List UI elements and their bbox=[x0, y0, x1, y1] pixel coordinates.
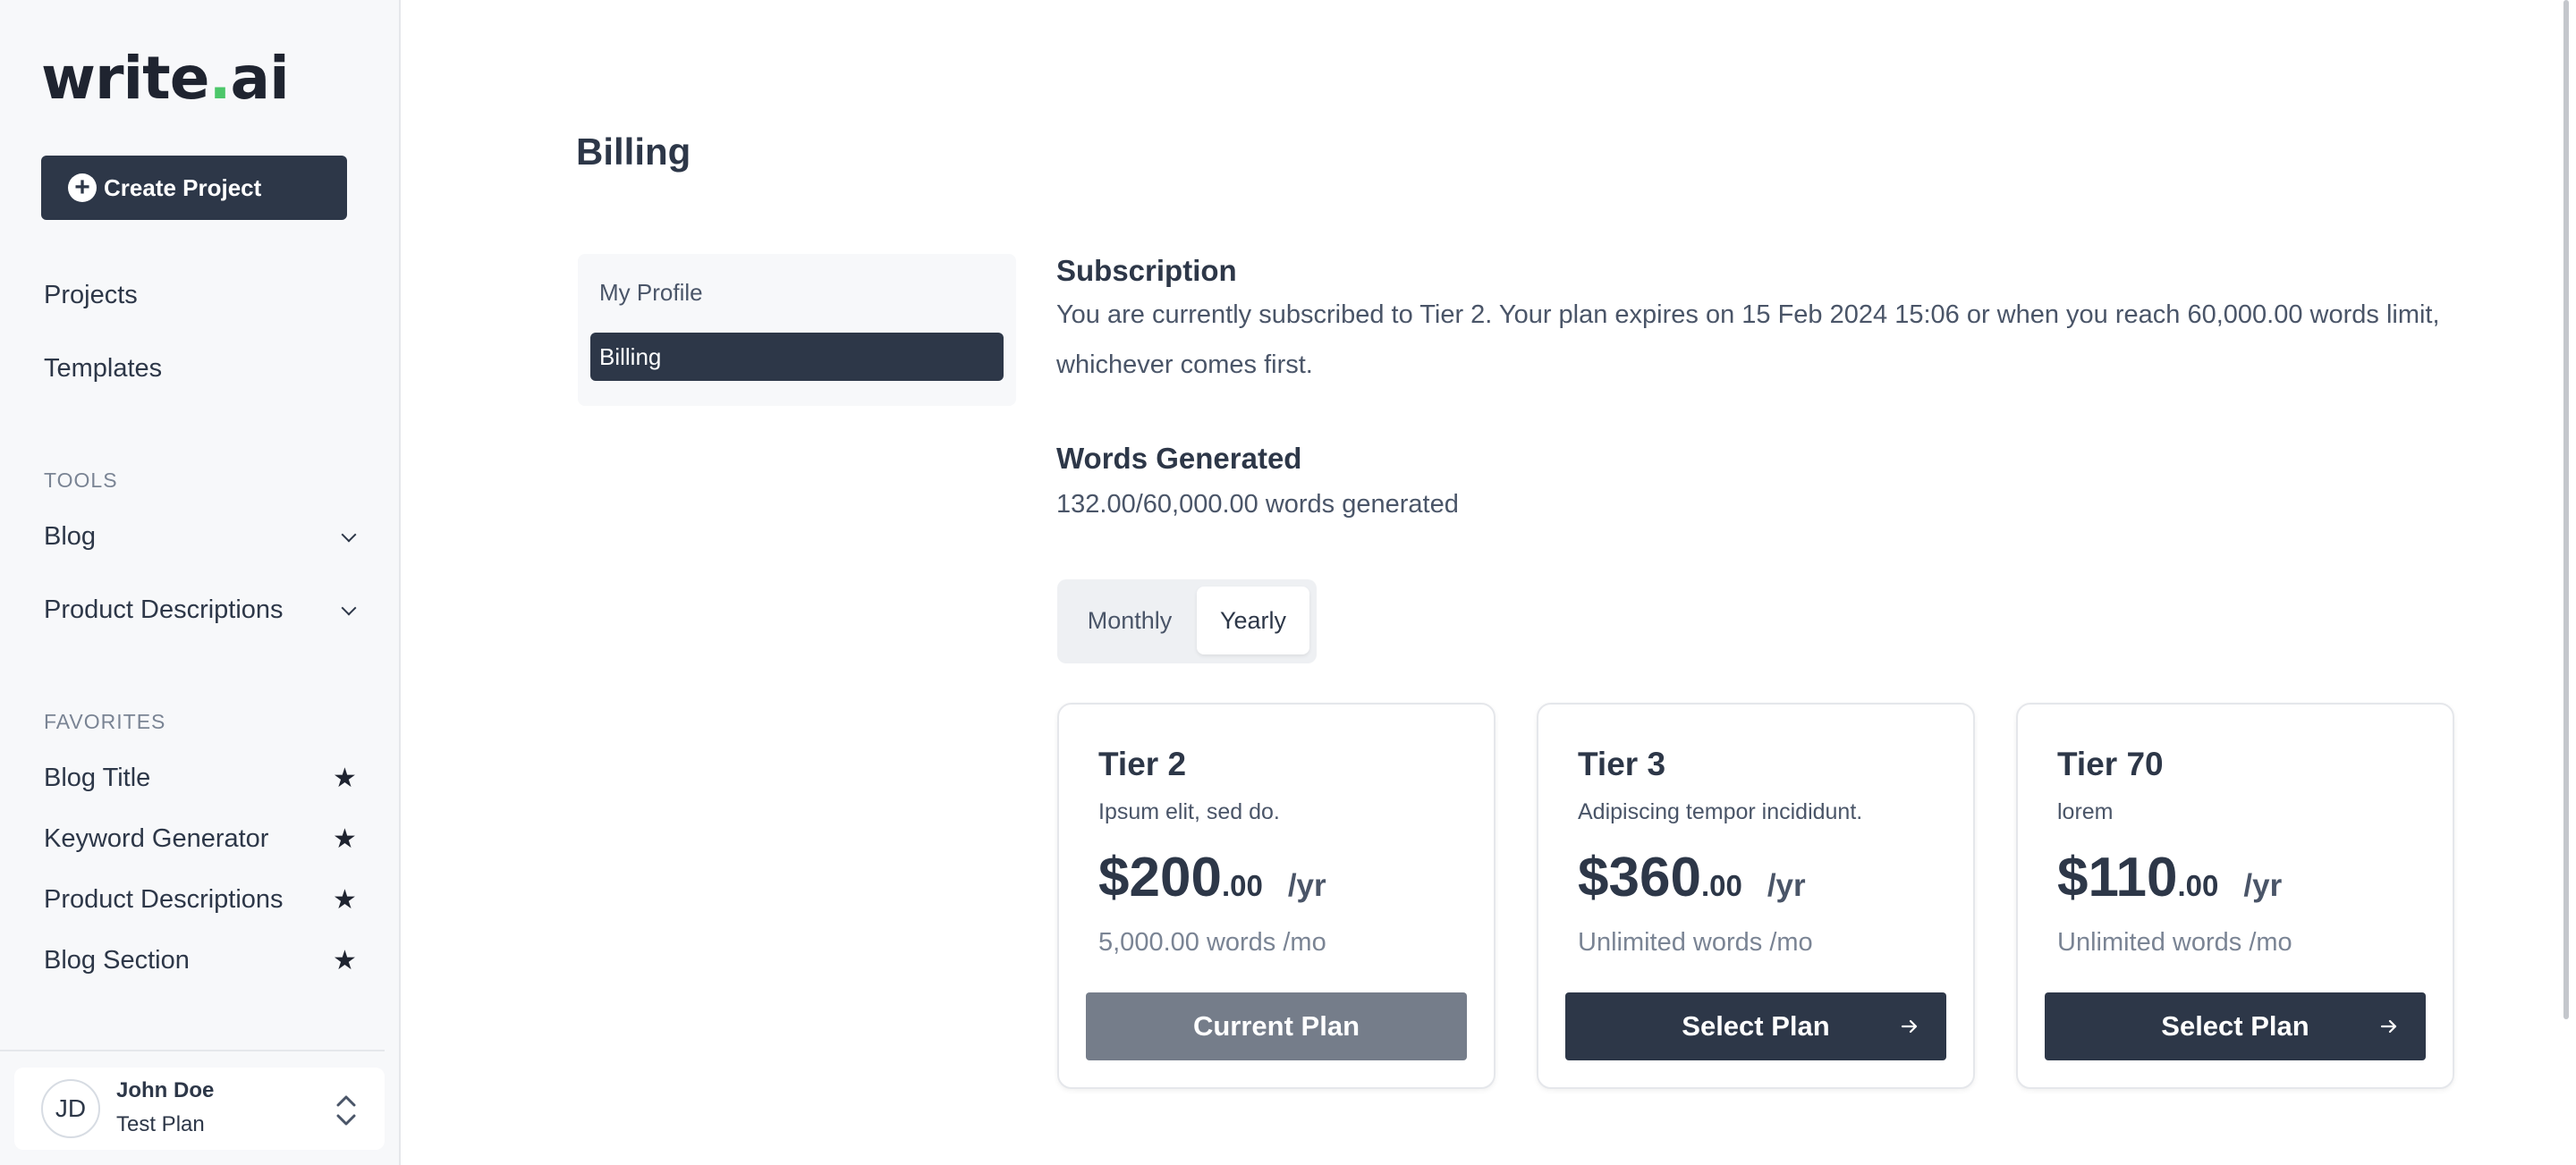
plan-card-tier-2: Tier 2 Ipsum elit, sed do. $200.00/yr 5,… bbox=[1057, 703, 1496, 1089]
sidebar-item-templates[interactable]: Templates bbox=[44, 354, 162, 384]
sidebar-divider bbox=[0, 1050, 385, 1051]
favorite-keyword-generator[interactable]: Keyword Generator bbox=[44, 824, 268, 854]
user-name: John Doe bbox=[116, 1078, 215, 1102]
create-project-button[interactable]: + Create Project bbox=[41, 156, 347, 220]
plan-tier-name: Tier 3 bbox=[1578, 746, 1666, 782]
sidebar-item-product-descriptions[interactable]: Product Descriptions bbox=[44, 595, 366, 625]
plan-price: $360.00/yr bbox=[1578, 846, 1806, 909]
current-plan-button[interactable]: Current Plan bbox=[1086, 992, 1467, 1060]
plan-price-amount: $200 bbox=[1098, 847, 1222, 908]
subnav-item-my-profile[interactable]: My Profile bbox=[590, 268, 1004, 317]
select-plan-label: Select Plan bbox=[2161, 1010, 2309, 1042]
sidebar-item-label: Blog bbox=[44, 522, 97, 551]
plan-description: Ipsum elit, sed do. bbox=[1098, 799, 1280, 824]
sidebar-item-blog[interactable]: Blog bbox=[44, 522, 366, 552]
plan-word-limit: 5,000.00 words /mo bbox=[1098, 928, 1326, 957]
plan-price-amount: $360 bbox=[1578, 847, 1701, 908]
user-menu[interactable]: JD John Doe Test Plan bbox=[14, 1068, 385, 1150]
logo-text-ai: ai bbox=[230, 44, 290, 113]
toggle-yearly[interactable]: Yearly bbox=[1197, 587, 1309, 654]
logo-dot: . bbox=[208, 44, 231, 113]
plan-word-limit: Unlimited words /mo bbox=[2057, 928, 2292, 957]
plan-card-tier-70: Tier 70 lorem $110.00/yr Unlimited words… bbox=[2016, 703, 2454, 1089]
plan-price-cents: .00 bbox=[2177, 869, 2219, 902]
subnav-item-billing[interactable]: Billing bbox=[590, 333, 1004, 381]
toggle-monthly[interactable]: Monthly bbox=[1064, 587, 1195, 654]
user-plan: Test Plan bbox=[116, 1112, 205, 1136]
words-generated-text: 132.00/60,000.00 words generated bbox=[1056, 490, 1459, 519]
plan-price-cents: .00 bbox=[1221, 869, 1263, 902]
favorite-blog-title[interactable]: Blog Title bbox=[44, 764, 150, 793]
billing-period-toggle: Monthly Yearly bbox=[1057, 579, 1317, 663]
settings-subnav: My Profile Billing bbox=[578, 254, 1016, 406]
sidebar-item-projects[interactable]: Projects bbox=[44, 281, 138, 310]
star-icon[interactable]: ★ bbox=[333, 887, 357, 914]
tools-section-label: TOOLS bbox=[44, 469, 118, 492]
plan-price-amount: $110 bbox=[2057, 847, 2178, 908]
star-icon[interactable]: ★ bbox=[333, 826, 357, 853]
arrow-right-icon bbox=[1901, 1019, 1918, 1034]
plan-price-period: /yr bbox=[1767, 868, 1806, 903]
page-title: Billing bbox=[576, 131, 691, 173]
plan-tier-name: Tier 70 bbox=[2057, 746, 2164, 782]
page-scrollbar[interactable] bbox=[2563, 0, 2569, 1019]
subscription-text-line2: whichever comes first. bbox=[1056, 350, 1313, 379]
favorite-blog-section[interactable]: Blog Section bbox=[44, 946, 190, 975]
subscription-heading: Subscription bbox=[1056, 254, 1237, 287]
star-icon[interactable]: ★ bbox=[333, 765, 357, 792]
plan-card-tier-3: Tier 3 Adipiscing tempor incididunt. $36… bbox=[1537, 703, 1975, 1089]
select-plan-label: Select Plan bbox=[1682, 1010, 1830, 1042]
plan-price: $110.00/yr bbox=[2057, 846, 2282, 909]
favorites-section-label: FAVORITES bbox=[44, 710, 166, 733]
select-plan-button[interactable]: Select Plan bbox=[1565, 992, 1946, 1060]
chevron-up-down-icon bbox=[336, 1095, 356, 1126]
plan-description: lorem bbox=[2057, 799, 2114, 824]
plus-circle-icon: + bbox=[68, 173, 97, 202]
app-root: write.ai + Create Project Projects Templ… bbox=[0, 0, 2576, 1165]
plan-description: Adipiscing tempor incididunt. bbox=[1578, 799, 1863, 824]
plan-tier-name: Tier 2 bbox=[1098, 746, 1187, 782]
logo-text-write: write bbox=[41, 44, 209, 113]
subscription-text-line1: You are currently subscribed to Tier 2. … bbox=[1056, 300, 2440, 329]
logo[interactable]: write.ai bbox=[41, 43, 290, 114]
plan-price-period: /yr bbox=[1287, 868, 1326, 903]
favorite-product-descriptions[interactable]: Product Descriptions bbox=[44, 885, 284, 915]
arrow-right-icon bbox=[2380, 1019, 2397, 1034]
current-plan-label: Current Plan bbox=[1192, 1010, 1360, 1042]
words-generated-heading: Words Generated bbox=[1056, 442, 1302, 475]
plan-price-cents: .00 bbox=[1700, 869, 1742, 902]
sidebar: write.ai + Create Project Projects Templ… bbox=[0, 0, 401, 1165]
plan-price: $200.00/yr bbox=[1098, 846, 1326, 909]
create-project-label: Create Project bbox=[104, 173, 262, 201]
sidebar-item-label: Product Descriptions bbox=[44, 595, 284, 624]
avatar: JD bbox=[41, 1079, 100, 1138]
plan-price-period: /yr bbox=[2243, 868, 2283, 903]
star-icon[interactable]: ★ bbox=[333, 948, 357, 975]
plan-word-limit: Unlimited words /mo bbox=[1578, 928, 1813, 957]
select-plan-button[interactable]: Select Plan bbox=[2045, 992, 2426, 1060]
